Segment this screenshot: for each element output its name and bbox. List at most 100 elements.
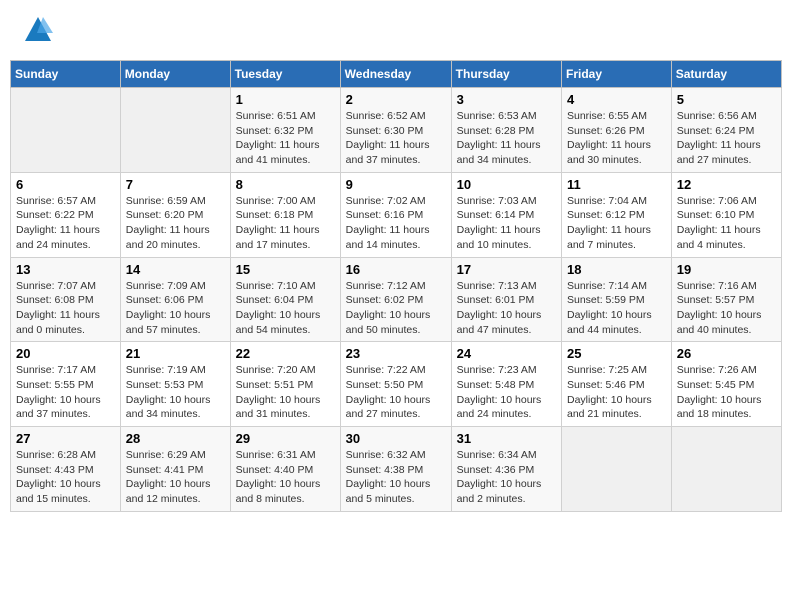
day-info: Sunrise: 7:06 AMSunset: 6:10 PMDaylight:… [677,194,776,253]
day-number: 26 [677,346,776,361]
calendar-cell: 31Sunrise: 6:34 AMSunset: 4:36 PMDayligh… [451,427,561,512]
day-number: 2 [346,92,446,107]
calendar-cell: 13 Sunrise: 7:07 AMSunset: 6:08 PMDayligh… [11,257,121,342]
header-monday: Monday [120,61,230,88]
calendar-cell: 24Sunrise: 7:23 AMSunset: 5:48 PMDayligh… [451,342,561,427]
calendar-cell: 5Sunrise: 6:56 AMSunset: 6:24 PMDaylight… [671,88,781,173]
day-number: 29 [236,431,335,446]
header-friday: Friday [562,61,672,88]
calendar-cell: 11 Sunrise: 7:04 AMSunset: 6:12 PMDayligh… [562,172,672,257]
day-info: Sunrise: 6:51 AMSunset: 6:32 PMDaylight:… [236,109,335,168]
day-number: 3 [457,92,556,107]
page-header [10,10,782,50]
day-number: 18 [567,262,666,277]
day-number: 13 [16,262,115,277]
calendar-cell: 17Sunrise: 7:13 AMSunset: 6:01 PMDayligh… [451,257,561,342]
day-number: 14 [126,262,225,277]
week-row-5: 27 Sunrise: 6:28 AMSunset: 4:43 PMDayligh… [11,427,782,512]
day-number: 28 [126,431,225,446]
week-row-4: 20 Sunrise: 7:17 AMSunset: 5:55 PMDayligh… [11,342,782,427]
day-number: 12 [677,177,776,192]
day-number: 6 [16,177,115,192]
calendar-cell: 25 Sunrise: 7:25 AMSunset: 5:46 PMDayligh… [562,342,672,427]
header-wednesday: Wednesday [340,61,451,88]
calendar-cell: 29Sunrise: 6:31 AMSunset: 4:40 PMDayligh… [230,427,340,512]
day-number: 8 [236,177,335,192]
week-row-2: 6 Sunrise: 6:57 AMSunset: 6:22 PMDaylight… [11,172,782,257]
day-info: Sunrise: 6:29 AMSunset: 4:41 PMDaylight:… [126,448,225,507]
calendar-cell: 6 Sunrise: 6:57 AMSunset: 6:22 PMDaylight… [11,172,121,257]
header-row: SundayMondayTuesdayWednesdayThursdayFrid… [11,61,782,88]
day-info: Sunrise: 7:17 AMSunset: 5:55 PMDaylight:… [16,363,115,422]
calendar-body: 1 Sunrise: 6:51 AMSunset: 6:32 PMDaylight… [11,88,782,512]
day-info: Sunrise: 7:07 AMSunset: 6:08 PMDaylight:… [16,279,115,338]
day-number: 11 [567,177,666,192]
calendar-cell: 21Sunrise: 7:19 AMSunset: 5:53 PMDayligh… [120,342,230,427]
day-info: Sunrise: 7:26 AMSunset: 5:45 PMDaylight:… [677,363,776,422]
header-tuesday: Tuesday [230,61,340,88]
day-number: 25 [567,346,666,361]
day-info: Sunrise: 7:02 AMSunset: 6:16 PMDaylight:… [346,194,446,253]
calendar-header: SundayMondayTuesdayWednesdayThursdayFrid… [11,61,782,88]
calendar-cell: 9 Sunrise: 7:02 AMSunset: 6:16 PMDaylight… [340,172,451,257]
calendar-cell: 8 Sunrise: 7:00 AMSunset: 6:18 PMDaylight… [230,172,340,257]
week-row-3: 13 Sunrise: 7:07 AMSunset: 6:08 PMDayligh… [11,257,782,342]
day-info: Sunrise: 6:55 AMSunset: 6:26 PMDaylight:… [567,109,666,168]
calendar-cell: 19 Sunrise: 7:16 AMSunset: 5:57 PMDayligh… [671,257,781,342]
header-saturday: Saturday [671,61,781,88]
calendar-cell: 23 Sunrise: 7:22 AMSunset: 5:50 PMDayligh… [340,342,451,427]
calendar-table: SundayMondayTuesdayWednesdayThursdayFrid… [10,60,782,512]
calendar-cell: 2 Sunrise: 6:52 AMSunset: 6:30 PMDaylight… [340,88,451,173]
calendar-cell: 30Sunrise: 6:32 AMSunset: 4:38 PMDayligh… [340,427,451,512]
day-info: Sunrise: 6:53 AMSunset: 6:28 PMDaylight:… [457,109,556,168]
calendar-cell: 3 Sunrise: 6:53 AMSunset: 6:28 PMDaylight… [451,88,561,173]
day-number: 23 [346,346,446,361]
calendar-cell: 12 Sunrise: 7:06 AMSunset: 6:10 PMDayligh… [671,172,781,257]
day-info: Sunrise: 7:19 AMSunset: 5:53 PMDaylight:… [126,363,225,422]
calendar-cell: 10 Sunrise: 7:03 AMSunset: 6:14 PMDayligh… [451,172,561,257]
day-info: Sunrise: 7:03 AMSunset: 6:14 PMDaylight:… [457,194,556,253]
day-info: Sunrise: 7:14 AMSunset: 5:59 PMDaylight:… [567,279,666,338]
day-info: Sunrise: 7:09 AMSunset: 6:06 PMDaylight:… [126,279,225,338]
day-number: 16 [346,262,446,277]
logo-icon [23,15,53,45]
day-info: Sunrise: 7:10 AMSunset: 6:04 PMDaylight:… [236,279,335,338]
day-info: Sunrise: 6:59 AMSunset: 6:20 PMDaylight:… [126,194,225,253]
day-info: Sunrise: 6:32 AMSunset: 4:38 PMDaylight:… [346,448,446,507]
day-number: 20 [16,346,115,361]
day-number: 31 [457,431,556,446]
day-info: Sunrise: 7:16 AMSunset: 5:57 PMDaylight:… [677,279,776,338]
day-info: Sunrise: 7:00 AMSunset: 6:18 PMDaylight:… [236,194,335,253]
calendar-cell: 18 Sunrise: 7:14 AMSunset: 5:59 PMDayligh… [562,257,672,342]
header-thursday: Thursday [451,61,561,88]
calendar-cell [11,88,121,173]
day-info: Sunrise: 7:20 AMSunset: 5:51 PMDaylight:… [236,363,335,422]
day-number: 1 [236,92,335,107]
calendar-cell: 22 Sunrise: 7:20 AMSunset: 5:51 PMDayligh… [230,342,340,427]
calendar-cell: 1 Sunrise: 6:51 AMSunset: 6:32 PMDaylight… [230,88,340,173]
calendar-cell [671,427,781,512]
day-info: Sunrise: 6:57 AMSunset: 6:22 PMDaylight:… [16,194,115,253]
day-number: 17 [457,262,556,277]
header-sunday: Sunday [11,61,121,88]
day-number: 7 [126,177,225,192]
calendar-cell: 16Sunrise: 7:12 AMSunset: 6:02 PMDayligh… [340,257,451,342]
day-number: 4 [567,92,666,107]
day-number: 27 [16,431,115,446]
day-number: 10 [457,177,556,192]
day-number: 9 [346,177,446,192]
calendar-cell: 28 Sunrise: 6:29 AMSunset: 4:41 PMDayligh… [120,427,230,512]
calendar-cell: 15Sunrise: 7:10 AMSunset: 6:04 PMDayligh… [230,257,340,342]
calendar-cell: 27 Sunrise: 6:28 AMSunset: 4:43 PMDayligh… [11,427,121,512]
day-number: 24 [457,346,556,361]
day-number: 22 [236,346,335,361]
day-info: Sunrise: 7:25 AMSunset: 5:46 PMDaylight:… [567,363,666,422]
day-number: 19 [677,262,776,277]
calendar-cell: 26 Sunrise: 7:26 AMSunset: 5:45 PMDayligh… [671,342,781,427]
day-info: Sunrise: 6:28 AMSunset: 4:43 PMDaylight:… [16,448,115,507]
day-info: Sunrise: 6:56 AMSunset: 6:24 PMDaylight:… [677,109,776,168]
calendar-cell [120,88,230,173]
day-info: Sunrise: 7:04 AMSunset: 6:12 PMDaylight:… [567,194,666,253]
day-info: Sunrise: 6:52 AMSunset: 6:30 PMDaylight:… [346,109,446,168]
day-info: Sunrise: 7:22 AMSunset: 5:50 PMDaylight:… [346,363,446,422]
